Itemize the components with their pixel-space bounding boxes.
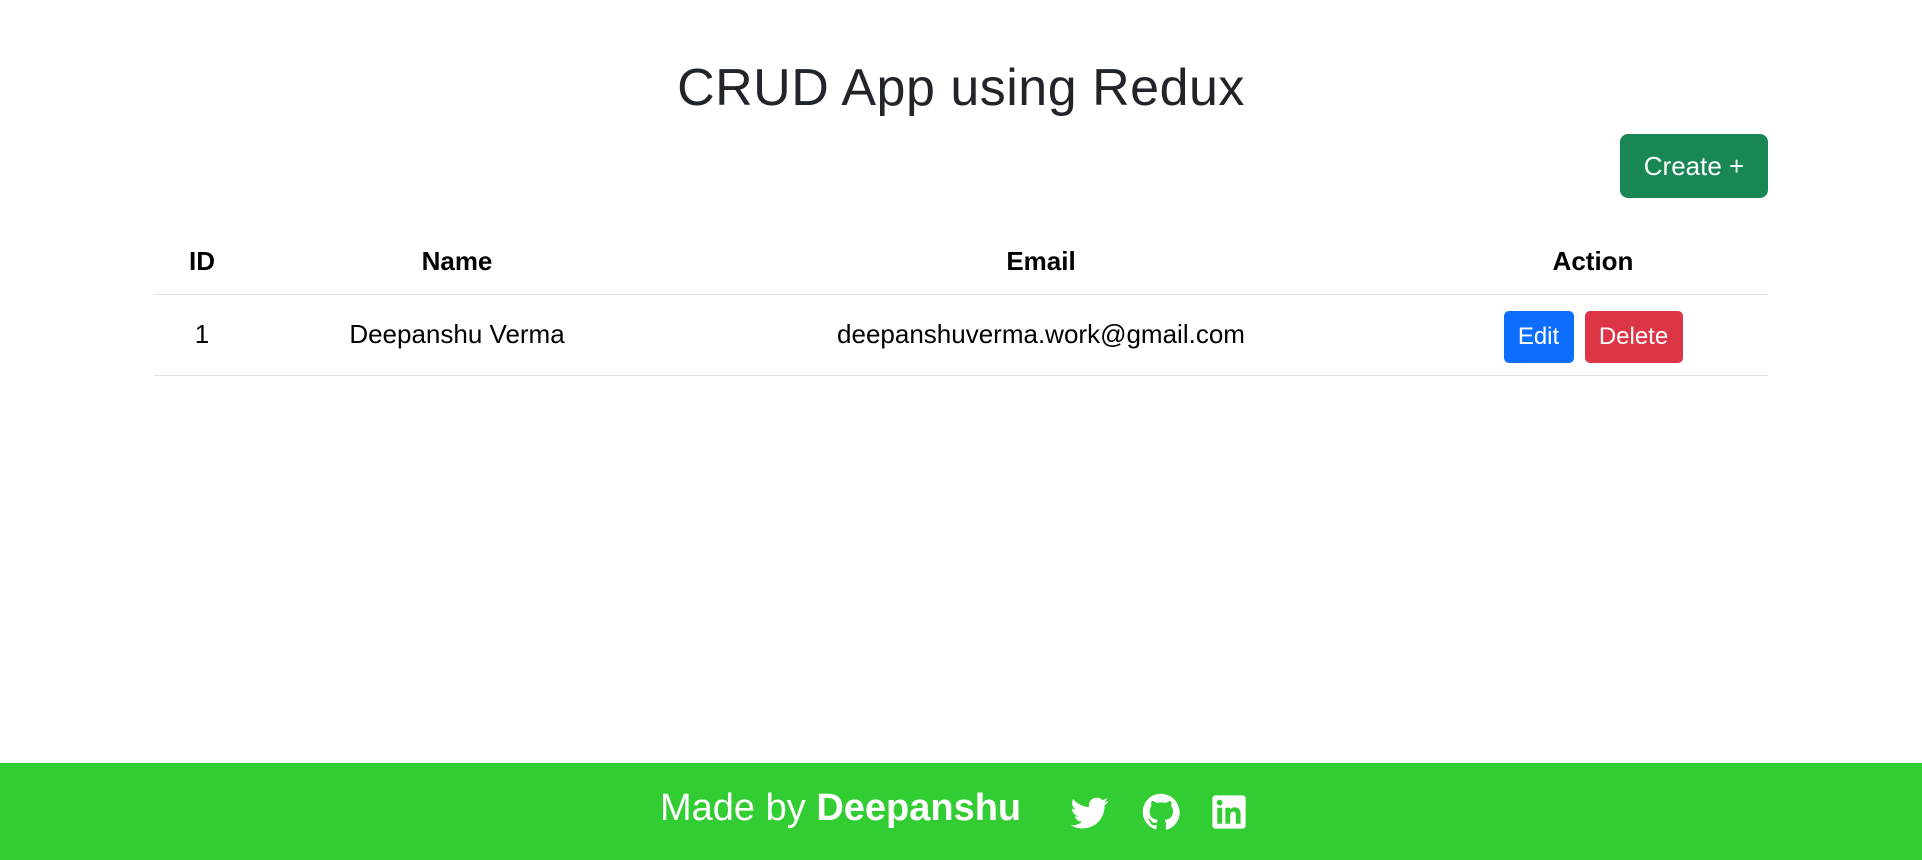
users-table: ID Name Email Action 1 Deepanshu Verma d… xyxy=(154,230,1768,376)
edit-button[interactable]: Edit xyxy=(1503,310,1574,363)
header-name: Name xyxy=(250,230,664,295)
page-title: CRUD App using Redux xyxy=(677,59,1245,117)
cell-id: 1 xyxy=(154,294,250,376)
header-id: ID xyxy=(154,230,250,295)
header-action: Action xyxy=(1418,230,1768,295)
footer-credit: Made by Deepanshu xyxy=(660,787,1021,830)
cell-name: Deepanshu Verma xyxy=(250,294,664,376)
cell-actions: Edit Delete xyxy=(1418,294,1768,376)
footer-author: Deepanshu xyxy=(816,787,1022,829)
table-row: 1 Deepanshu Verma deepanshuverma.work@gm… xyxy=(154,294,1768,376)
cell-email: deepanshuverma.work@gmail.com xyxy=(664,294,1418,376)
footer: Made by Deepanshu xyxy=(0,763,1922,860)
github-icon[interactable] xyxy=(1142,793,1180,831)
table-header-row: ID Name Email Action xyxy=(154,230,1768,295)
footer-made-by: Made by xyxy=(660,787,806,829)
linkedin-icon[interactable] xyxy=(1210,793,1248,831)
header-email: Email xyxy=(664,230,1418,295)
twitter-icon[interactable] xyxy=(1071,793,1109,831)
delete-button[interactable]: Delete xyxy=(1584,310,1683,363)
create-button[interactable]: Create + xyxy=(1620,134,1768,198)
page: CRUD App using Redux Create + ID Name Em… xyxy=(0,0,1922,860)
